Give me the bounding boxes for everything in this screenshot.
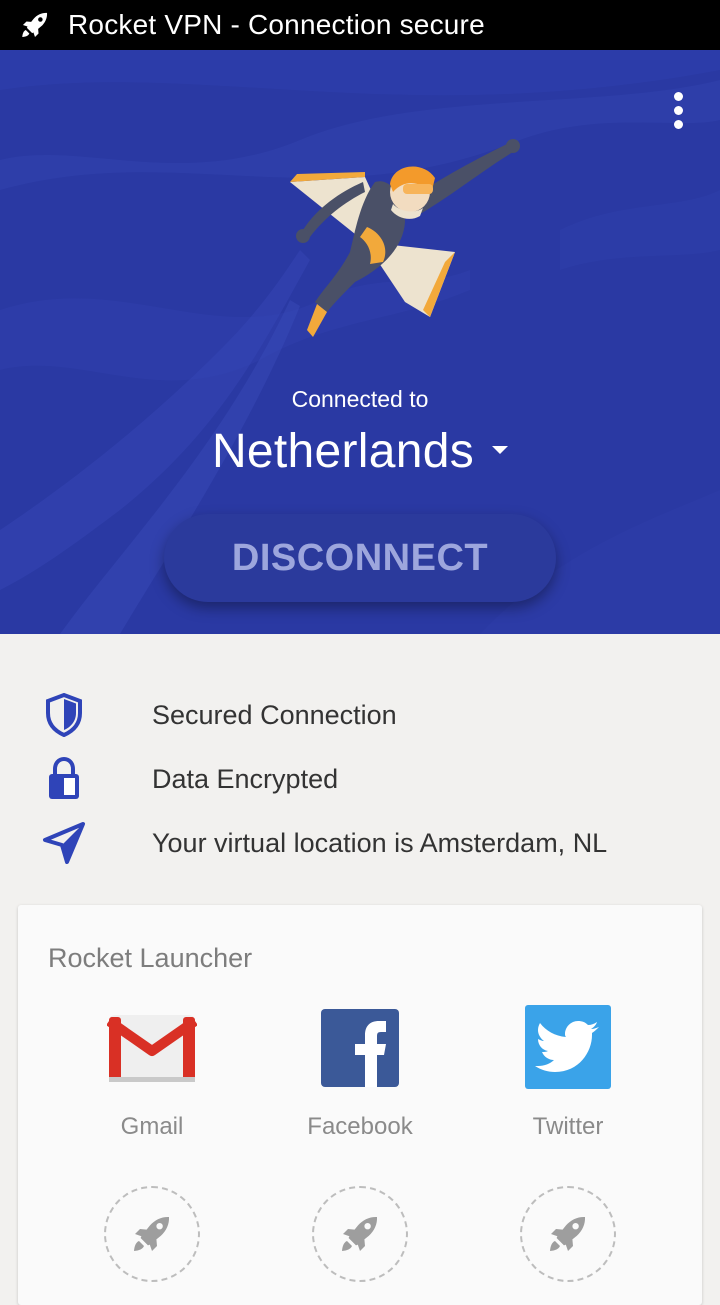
rocket-icon bbox=[550, 1216, 586, 1251]
launcher-app-twitter[interactable]: Twitter bbox=[468, 1005, 668, 1141]
navigation-arrow-icon bbox=[40, 819, 88, 867]
rocket-launcher-card: Rocket Launcher Gmail Facebook Twitter bbox=[18, 905, 702, 1305]
status-row-encrypted: Data Encrypted bbox=[0, 747, 720, 811]
launcher-empty-slot[interactable] bbox=[312, 1186, 408, 1282]
twitter-icon bbox=[523, 1005, 613, 1089]
disconnect-button[interactable]: DISCONNECT bbox=[164, 514, 556, 602]
notification-bar[interactable]: Rocket VPN - Connection secure bbox=[0, 0, 720, 50]
connected-to-label: Connected to bbox=[291, 386, 429, 412]
app-label: Facebook bbox=[307, 1113, 413, 1140]
launcher-empty-slot[interactable] bbox=[104, 1186, 200, 1282]
app-label: Twitter bbox=[532, 1113, 604, 1140]
overflow-menu-button[interactable] bbox=[666, 88, 690, 129]
country-name: Netherlands bbox=[211, 425, 475, 478]
status-text: Your virtual location is Amsterdam, NL bbox=[152, 827, 608, 858]
app-label: Gmail bbox=[120, 1113, 184, 1140]
launcher-empty-slot[interactable] bbox=[520, 1186, 616, 1282]
notification-title: Rocket VPN - Connection secure bbox=[68, 9, 485, 40]
status-text: Data Encrypted bbox=[152, 763, 339, 794]
shield-icon bbox=[40, 691, 88, 739]
rocket-icon bbox=[22, 12, 48, 38]
more-vert-dot bbox=[673, 120, 683, 129]
rocket-icon bbox=[134, 1216, 170, 1251]
facebook-icon bbox=[315, 1005, 405, 1089]
country-selector[interactable]: Netherlands bbox=[0, 424, 720, 479]
gmail-icon bbox=[106, 1005, 198, 1089]
more-vert-dot bbox=[673, 106, 683, 115]
card-title: Rocket Launcher bbox=[48, 943, 253, 973]
lock-icon bbox=[40, 755, 88, 803]
status-row-secured: Secured Connection bbox=[0, 683, 720, 747]
launcher-app-facebook[interactable]: Facebook bbox=[260, 1005, 460, 1141]
hero-panel: Connected to Netherlands DISCONNECT bbox=[0, 50, 720, 634]
dropdown-arrow-icon bbox=[492, 446, 509, 455]
rocket-icon bbox=[342, 1216, 378, 1251]
wingsuit-flyer-illustration bbox=[290, 139, 520, 337]
more-vert-icon bbox=[673, 92, 683, 101]
launcher-app-gmail[interactable]: Gmail bbox=[52, 1005, 252, 1141]
status-row-location: Your virtual location is Amsterdam, NL bbox=[0, 811, 720, 875]
status-text: Secured Connection bbox=[152, 699, 397, 730]
